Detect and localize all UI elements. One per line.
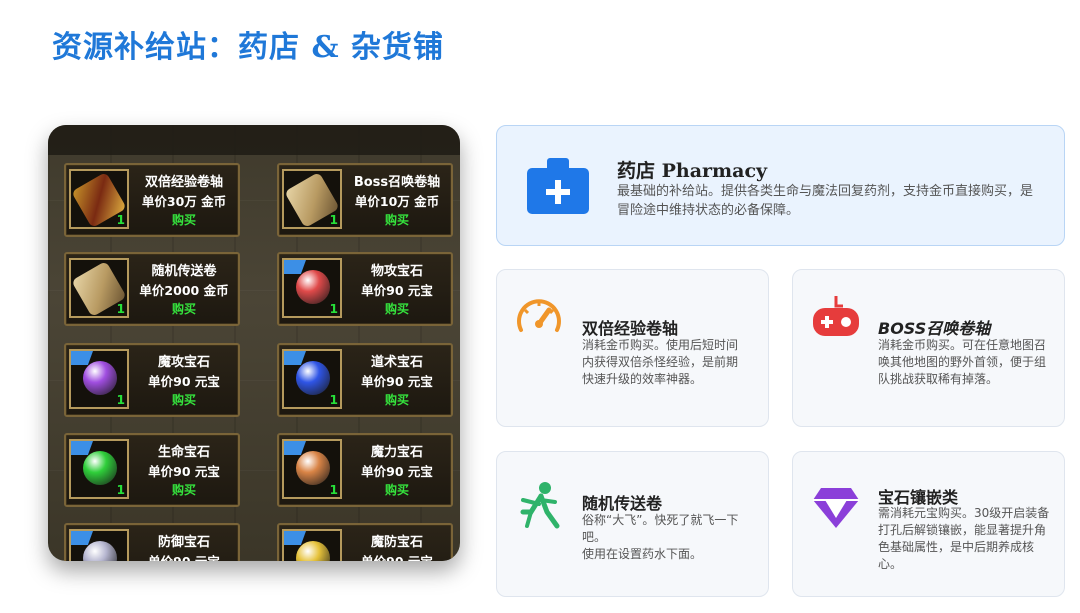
item-name: 物攻宝石 xyxy=(370,264,423,279)
exp-scroll-title: 双倍经验卷轴 xyxy=(582,319,679,338)
game-shop-screenshot: 1 双倍经验卷轴 单价30万 金币 购买 1 Boss召唤卷轴 单价10万 金币 购买 1 随机传… xyxy=(48,125,460,561)
gamepad-icon xyxy=(813,296,859,336)
yellow-gem-icon xyxy=(282,529,342,561)
item-quantity: 1 xyxy=(116,393,125,407)
teleport-scroll-card: 随机传送卷 俗称“大飞”。快死了就飞一下吧。 使用在设置药水下面。 xyxy=(496,451,769,597)
item-quantity: 1 xyxy=(116,302,125,316)
item-tag-badge xyxy=(284,351,306,365)
gem-inlay-card: 宝石镶嵌类 需消耗元宝购买。30级开启装备打孔后解锁镶嵌，能显著提升角色基础属性… xyxy=(792,451,1065,597)
gem-inlay-desc: 需消耗元宝购买。30级开启装备打孔后解锁镶嵌，能显著提升角色基础属性，是中后期养… xyxy=(878,506,1050,571)
silver-gem-icon xyxy=(69,529,129,561)
medical-kit-icon xyxy=(527,158,589,214)
buy-button[interactable]: 购买 xyxy=(132,211,236,228)
pharmacy-title: 药店 Pharmacy xyxy=(617,160,768,182)
item-price: 单价90 元宝 xyxy=(148,374,220,389)
item-price: 单价2000 金币 xyxy=(139,283,229,298)
item-name: 魔攻宝石 xyxy=(157,355,210,370)
item-price: 单价90 元宝 xyxy=(361,283,433,298)
green-gem-icon: 1 xyxy=(69,439,129,499)
item-price: 单价90 元宝 xyxy=(132,551,236,561)
shop-item-slot[interactable]: 1 Boss召唤卷轴 单价10万 金币 购买 xyxy=(277,163,453,237)
item-quantity: 1 xyxy=(116,213,125,227)
item-name: 随机传送卷 xyxy=(151,264,217,279)
item-quantity: 1 xyxy=(329,302,338,316)
buy-button[interactable]: 购买 xyxy=(345,391,449,408)
red-gem-icon: 1 xyxy=(282,258,342,318)
item-name: 双倍经验卷轴 xyxy=(144,175,223,190)
page-title: 资源补给站：药店 & 杂货铺 xyxy=(52,30,444,65)
shop-item-slot[interactable]: 魔防宝石单价90 元宝 xyxy=(277,523,453,561)
item-tag-badge xyxy=(71,441,93,455)
boss-scroll-card: BOSS召唤卷轴 消耗金币购买。可在任意地图召唤其他地图的野外首领，便于组队挑战… xyxy=(792,269,1065,427)
shop-item-slot[interactable]: 1 生命宝石单价90 元宝购买 xyxy=(64,433,240,507)
item-tag-badge xyxy=(284,260,306,274)
teleport-scroll-title: 随机传送卷 xyxy=(582,494,663,513)
purple-gem-icon: 1 xyxy=(69,349,129,409)
item-name: 魔力宝石 xyxy=(370,445,423,460)
parchment-scroll-icon: 1 xyxy=(282,169,342,229)
buy-button[interactable]: 购买 xyxy=(345,481,449,498)
item-price: 单价30万 金币 xyxy=(141,194,227,209)
teleport-scroll-desc: 俗称“大飞”。快死了就飞一下吧。 使用在设置药水下面。 xyxy=(582,513,739,561)
boss-scroll-title: BOSS召唤卷轴 xyxy=(878,319,991,338)
item-quantity: 1 xyxy=(329,393,338,407)
pharmacy-desc: 最基础的补给站。提供各类生命与魔法回复药剂，支持金币直接购买，是冒险途中维持状态… xyxy=(617,184,1034,218)
item-quantity: 1 xyxy=(116,483,125,497)
item-name: 防御宝石 xyxy=(157,535,210,550)
item-tag-badge xyxy=(71,531,93,545)
speedometer-icon xyxy=(517,299,561,332)
item-price: 单价90 元宝 xyxy=(361,464,433,479)
shop-item-slot[interactable]: 1 物攻宝石单价90 元宝购买 xyxy=(277,252,453,326)
item-price: 单价90 元宝 xyxy=(345,551,449,561)
exp-scroll-desc: 消耗金币购买。使用后短时间内获得双倍杀怪经验，是前期快速升级的效率神器。 xyxy=(582,338,739,386)
buy-button[interactable]: 购买 xyxy=(345,211,449,228)
item-price: 单价10万 金币 xyxy=(354,194,440,209)
diamond-icon xyxy=(813,488,859,528)
shop-item-slot[interactable]: 1 魔力宝石单价90 元宝购买 xyxy=(277,433,453,507)
golden-scroll-icon: 1 xyxy=(69,169,129,229)
buy-button[interactable]: 购买 xyxy=(132,481,236,498)
pharmacy-card: 药店 Pharmacy 最基础的补给站。提供各类生命与魔法回复药剂，支持金币直接… xyxy=(496,125,1065,246)
shop-item-slot[interactable]: 1 道术宝石单价90 元宝购买 xyxy=(277,343,453,417)
running-person-icon xyxy=(520,482,560,529)
item-tag-badge xyxy=(284,441,306,455)
item-name: 魔防宝石 xyxy=(370,535,423,550)
shop-item-slot[interactable]: 防御宝石单价90 元宝 xyxy=(64,523,240,561)
orange-gem-icon: 1 xyxy=(282,439,342,499)
buy-button[interactable]: 购买 xyxy=(345,300,449,317)
shop-item-slot[interactable]: 1 随机传送卷单价2000 金币 购买 xyxy=(64,252,240,326)
item-quantity: 1 xyxy=(329,213,338,227)
item-tag-badge xyxy=(284,531,306,545)
item-name: 生命宝石 xyxy=(157,445,210,460)
item-tag-badge xyxy=(71,351,93,365)
item-name: Boss召唤卷轴 xyxy=(353,175,441,190)
rolled-scroll-icon: 1 xyxy=(69,258,129,318)
item-price: 单价90 元宝 xyxy=(148,464,220,479)
boss-scroll-desc: 消耗金币购买。可在任意地图召唤其他地图的野外首领，便于组队挑战获取稀有掉落。 xyxy=(878,338,1047,386)
game-top-bar xyxy=(48,125,460,155)
exp-scroll-card: 双倍经验卷轴 消耗金币购买。使用后短时间内获得双倍杀怪经验，是前期快速升级的效率… xyxy=(496,269,769,427)
shop-item-slot[interactable]: 1 双倍经验卷轴 单价30万 金币 购买 xyxy=(64,163,240,237)
shop-item-slot[interactable]: 1 魔攻宝石单价90 元宝购买 xyxy=(64,343,240,417)
buy-button[interactable]: 购买 xyxy=(132,300,236,317)
item-quantity: 1 xyxy=(329,483,338,497)
item-price: 单价90 元宝 xyxy=(361,374,433,389)
buy-button[interactable]: 购买 xyxy=(132,391,236,408)
blue-gem-icon: 1 xyxy=(282,349,342,409)
item-name: 道术宝石 xyxy=(370,355,423,370)
